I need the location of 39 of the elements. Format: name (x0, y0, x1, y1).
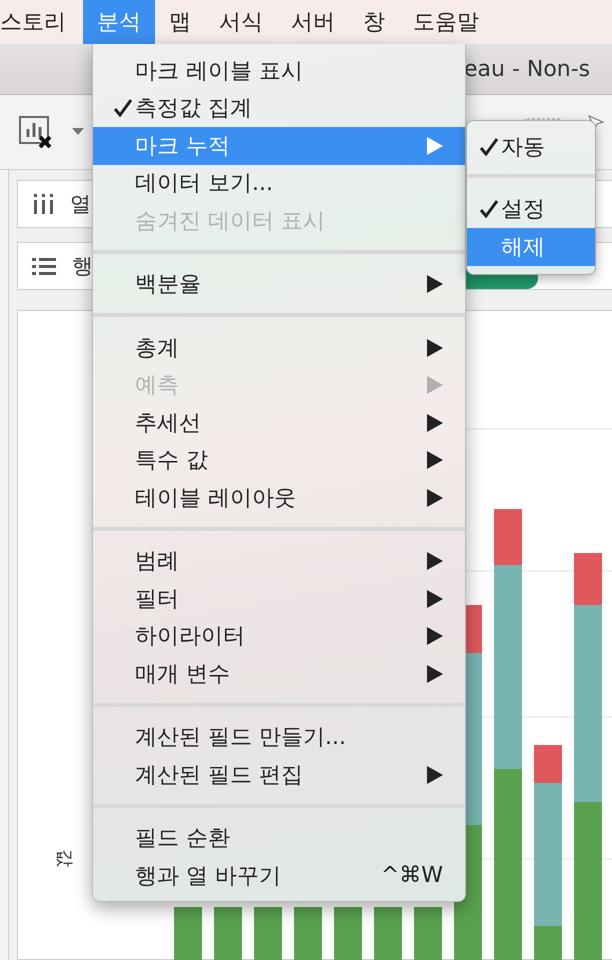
rows-icon (32, 256, 56, 276)
caret-icon[interactable] (72, 128, 84, 136)
window-title: eau - Non-s (464, 56, 590, 82)
menu-item[interactable]: 테이블 레이아웃 (93, 479, 465, 516)
menu-item[interactable]: 행과 열 바꾸기 ^⌘W (93, 857, 465, 894)
menu-item[interactable]: 매개 변수 (93, 655, 465, 692)
menu-item[interactable]: 마크 레이블 표시 (93, 52, 465, 90)
menu-bar-item[interactable]: 서버 (277, 0, 349, 44)
bar-segment (174, 907, 202, 960)
menu-item[interactable]: 설정 (467, 190, 595, 228)
bar-segment (254, 907, 282, 960)
shelf-label: 열 (70, 191, 91, 218)
menu-item[interactable]: 데이터 보기... (93, 164, 465, 202)
menu-item[interactable]: 총계 (93, 329, 465, 366)
menu-bar-item[interactable]: 맵 (155, 0, 205, 44)
menu-item[interactable]: 측정값 집계 (93, 90, 465, 127)
menu-item[interactable]: 하이라이터 (93, 618, 465, 655)
menu-item[interactable]: 필터 (93, 580, 465, 618)
menu-item[interactable]: 범례 (93, 542, 465, 580)
axis-label: 값 (53, 849, 76, 867)
menu-item[interactable]: 백분율 (93, 266, 465, 303)
shelf-label: 행 (72, 253, 93, 280)
frame-icon[interactable] (524, 118, 560, 122)
menu-item[interactable]: 계산된 필드 편집 (93, 756, 465, 794)
menu-bar-item[interactable]: 서식 (205, 0, 277, 44)
menu-item[interactable]: 자동 (467, 128, 595, 166)
bar-segment (374, 907, 402, 960)
menu-bar-item[interactable]: 도움말 (399, 0, 493, 44)
bar-segment (414, 907, 442, 960)
bar-segment (334, 907, 362, 960)
menu-item[interactable]: 필드 순환 (93, 820, 465, 857)
bar-segment (294, 907, 322, 960)
menu-bar-item[interactable]: 스토리 (0, 0, 83, 44)
menu-item[interactable]: 특수 값 (93, 442, 465, 479)
columns-icon (32, 194, 54, 214)
menu-item[interactable]: 계산된 필드 만들기... (93, 718, 465, 756)
menu-bar-item[interactable]: 창 (349, 0, 399, 44)
bar-segment (214, 907, 242, 960)
menu-item[interactable]: 추세선 (93, 404, 465, 442)
